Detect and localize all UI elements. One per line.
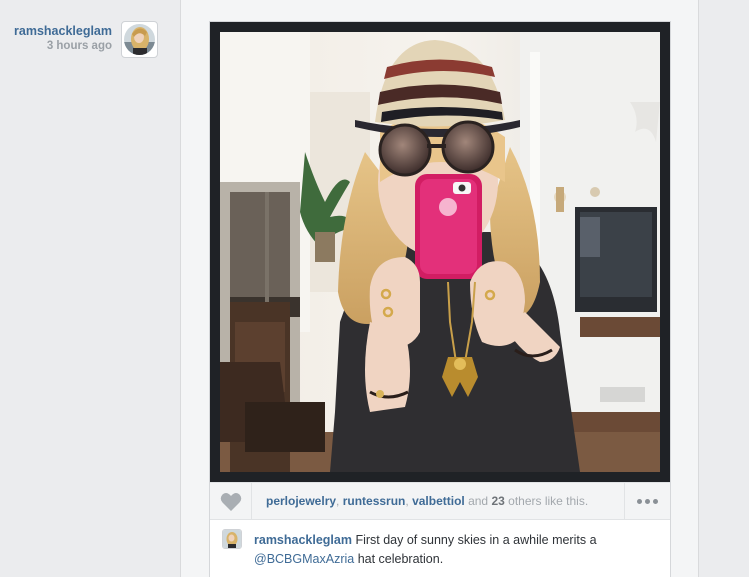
likes-bar: perlojewelry, runtessrun, valbettiol and… xyxy=(210,482,670,520)
avatar-image xyxy=(223,530,241,548)
likes-summary: perlojewelry, runtessrun, valbettiol and… xyxy=(266,494,588,508)
caption-mention[interactable]: @BCBGMaxAzria xyxy=(254,552,354,566)
poster-avatar[interactable] xyxy=(121,21,158,58)
post-header: ramshackleglam 3 hours ago xyxy=(14,24,112,54)
liker-link[interactable]: perlojewelry xyxy=(266,494,336,508)
liker-link[interactable]: valbettiol xyxy=(412,494,465,508)
caption-body: First day of sunny skies in a awhile mer… xyxy=(351,533,597,547)
liker-link[interactable]: runtessrun xyxy=(343,494,406,508)
comment-avatar[interactable] xyxy=(222,529,242,549)
poster-username[interactable]: ramshackleglam xyxy=(14,24,112,39)
post-photo[interactable] xyxy=(220,32,660,472)
photo-illustration xyxy=(220,32,660,472)
likes-suffix: others like this. xyxy=(504,494,589,508)
like-button[interactable] xyxy=(210,483,252,520)
right-column xyxy=(698,0,749,577)
left-column: ramshackleglam 3 hours ago xyxy=(0,0,181,577)
likes-and-text: and xyxy=(464,494,492,508)
more-options-button[interactable] xyxy=(624,483,670,520)
photo-frame xyxy=(210,22,670,482)
heart-icon xyxy=(220,492,241,511)
post-timestamp[interactable]: 3 hours ago xyxy=(14,39,112,54)
likes-count[interactable]: 23 xyxy=(491,494,504,508)
caption-text: ramshackleglam First day of sunny skies … xyxy=(254,531,654,569)
liker-separator: , xyxy=(336,494,343,508)
caption-comment: ramshackleglam First day of sunny skies … xyxy=(210,521,670,577)
caption-author[interactable]: ramshackleglam xyxy=(254,533,352,547)
caption-body-end: hat celebration. xyxy=(354,552,444,566)
more-options-icon xyxy=(637,499,658,504)
avatar-image xyxy=(124,24,155,55)
post-card: perlojewelry, runtessrun, valbettiol and… xyxy=(210,22,670,577)
